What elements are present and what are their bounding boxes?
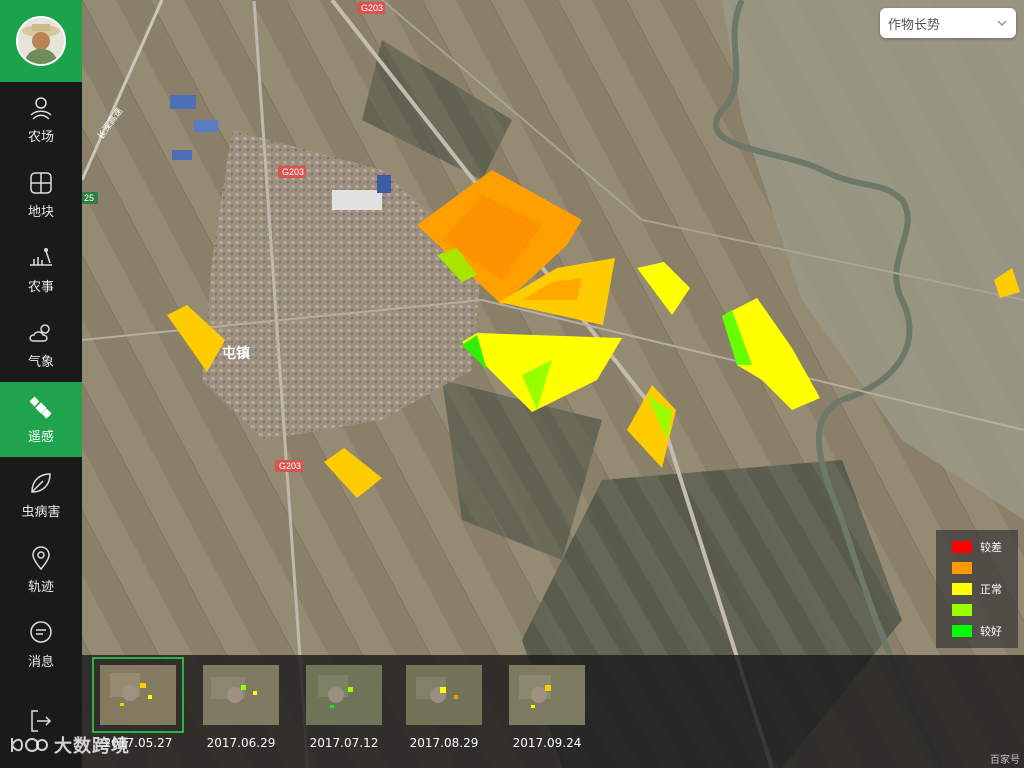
road-label: G203: [361, 3, 383, 13]
watermark-logo-icon: [11, 738, 48, 752]
timeline-thumbnail[interactable]: [406, 665, 482, 725]
legend-swatch: [952, 603, 972, 616]
map-thumbnail-image: [306, 665, 382, 725]
map-thumbnail-image: [100, 665, 176, 725]
satellite-map[interactable]: G203 G203 G203 25 长深高速 屯镇: [82, 0, 1024, 768]
message-bubble-icon: [30, 620, 52, 643]
timeline-date[interactable]: 2017.06.29: [191, 736, 291, 750]
plot-grid-icon: [30, 171, 52, 194]
sidebar-item-label: 农场: [27, 129, 54, 145]
timeline-date[interactable]: 2017.09.24: [497, 736, 597, 750]
timeline-thumbnail[interactable]: [92, 657, 184, 733]
sidebar-item-label: 消息: [27, 654, 54, 670]
road-label: G203: [282, 167, 304, 177]
map-thumbnail-image: [509, 665, 585, 725]
avatar-container: [0, 0, 82, 82]
sidebar-item-label: 地块: [27, 204, 54, 220]
timeline-thumbnail[interactable]: [509, 665, 585, 725]
timeline-date[interactable]: 2017.08.29: [394, 736, 494, 750]
map-canvas[interactable]: G203 G203 G203 25 长深高速 屯镇: [82, 0, 1024, 768]
sidebar-item-farming[interactable]: 农事: [0, 232, 82, 307]
legend-row: 正常: [952, 578, 1018, 599]
watermark: 大数跨境: [8, 732, 130, 758]
legend-label: 较好: [980, 624, 1002, 638]
sidebar-item-message[interactable]: 消息: [0, 607, 82, 682]
legend-row: 较差: [952, 536, 1018, 557]
map-thumbnail-image: [406, 665, 482, 725]
watermark-text: 大数跨境: [54, 736, 130, 757]
legend-row: 较好: [952, 620, 1018, 641]
legend-label: 较差: [980, 540, 1002, 554]
chevron-down-icon: [997, 20, 1007, 27]
legend-swatch: [952, 540, 972, 553]
timeline-thumbnail[interactable]: [203, 665, 279, 725]
sidebar-item-label: 虫病害: [21, 504, 61, 520]
legend-label: 正常: [980, 582, 1002, 596]
road-label: G203: [279, 461, 301, 471]
date-timeline: 2017.05.27 2017.06.29 2017.07.12 2017.08…: [82, 655, 1024, 768]
sidebar-item-label: 轨迹: [27, 579, 54, 595]
leaf-pest-icon: [31, 472, 51, 493]
logout-icon: [31, 710, 52, 732]
sidebar-item-label: 遥感: [27, 429, 54, 445]
farming-icon: [30, 247, 52, 266]
map-thumbnail-image: [203, 665, 279, 725]
layer-select-value: 作物长势: [888, 17, 941, 33]
growth-legend: 较差 正常 较好: [936, 530, 1018, 648]
legend-swatch: [952, 561, 972, 574]
sidebar-item-farm[interactable]: 农场: [0, 82, 82, 157]
location-pin-icon: [32, 545, 50, 570]
sidebar-item-plot[interactable]: 地块: [0, 157, 82, 232]
avatar[interactable]: [16, 16, 66, 66]
farmer-avatar-icon: [18, 18, 64, 64]
legend-row: [952, 557, 1018, 578]
legend-row: [952, 599, 1018, 620]
sidebar-item-label: 气象: [27, 354, 54, 370]
layer-select[interactable]: 作物长势: [880, 8, 1016, 38]
legend-swatch: [952, 582, 972, 595]
legend-swatch: [952, 624, 972, 637]
sidebar-item-label: 农事: [27, 279, 54, 295]
timeline-thumbnail[interactable]: [306, 665, 382, 725]
sidebar: 农场 地块 农事 气象 遥感 虫病害 轨迹 消息: [0, 0, 82, 768]
road-label: 25: [84, 193, 94, 203]
weather-cloud-sun-icon: [29, 323, 50, 342]
town-label: 屯镇: [222, 345, 250, 361]
sidebar-item-track[interactable]: 轨迹: [0, 532, 82, 607]
sidebar-item-remote-sensing[interactable]: 遥感: [0, 382, 82, 457]
logout-button[interactable]: [0, 708, 82, 734]
farm-icon: [30, 96, 52, 120]
timeline-date[interactable]: 2017.07.12: [294, 736, 394, 750]
satellite-icon: [29, 396, 52, 418]
sidebar-item-weather[interactable]: 气象: [0, 307, 82, 382]
corner-watermark: 百家号: [990, 755, 1020, 766]
sidebar-item-pest[interactable]: 虫病害: [0, 457, 82, 532]
